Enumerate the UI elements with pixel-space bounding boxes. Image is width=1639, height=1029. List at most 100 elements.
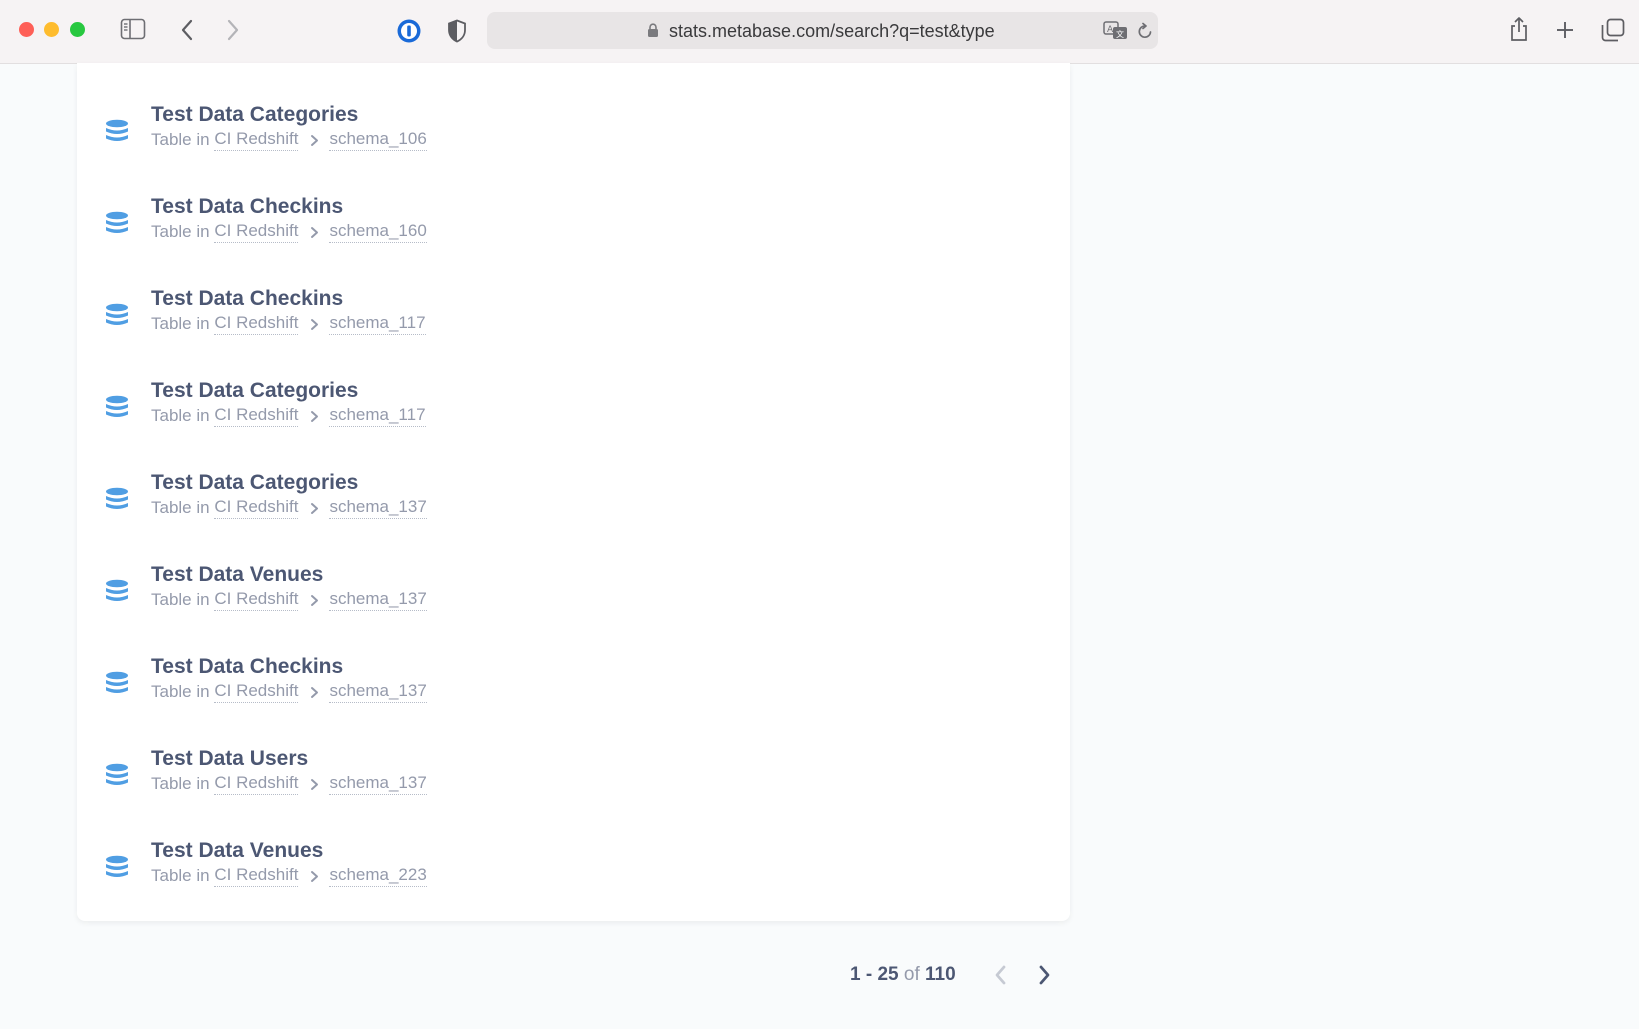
chevron-right-icon — [310, 686, 319, 699]
minimize-window-button[interactable] — [44, 22, 59, 37]
result-title[interactable]: Test Data Categories — [151, 103, 358, 127]
result-meta: Table in CI Redshift schema_223 — [151, 865, 427, 887]
chevron-right-icon — [310, 226, 319, 239]
chevron-right-icon — [310, 870, 319, 883]
search-result-item[interactable]: Test Data Categories Table in CI Redshif… — [77, 375, 1070, 445]
pagination-summary: 1 - 25 of 110 — [850, 964, 956, 986]
result-title[interactable]: Test Data Venues — [151, 839, 323, 863]
svg-text:A: A — [1107, 25, 1114, 35]
result-type-prefix: Table in — [151, 590, 210, 609]
schema-link[interactable]: schema_137 — [329, 773, 427, 795]
result-type-prefix: Table in — [151, 682, 210, 701]
database-icon — [105, 579, 129, 610]
result-type-prefix: Table in — [151, 406, 210, 425]
result-meta: Table in CI Redshift schema_137 — [151, 497, 427, 519]
pagination-total: 110 — [925, 964, 956, 985]
result-type-prefix: Table in — [151, 130, 210, 149]
database-icon — [105, 487, 129, 518]
database-link[interactable]: CI Redshift — [214, 221, 299, 243]
result-meta: Table in CI Redshift schema_137 — [151, 589, 427, 611]
database-icon — [105, 119, 129, 150]
search-result-item[interactable]: Test Data Checkins Table in CI Redshift … — [77, 191, 1070, 261]
previous-page-button[interactable] — [987, 962, 1013, 992]
schema-link[interactable]: schema_137 — [329, 589, 427, 611]
schema-link[interactable]: schema_106 — [329, 129, 427, 151]
pagination-range: 1 - 25 — [850, 964, 899, 985]
chevron-left-icon — [993, 964, 1007, 991]
lock-icon — [647, 23, 659, 43]
schema-link[interactable]: schema_117 — [329, 313, 426, 335]
result-meta: Table in CI Redshift schema_106 — [151, 129, 427, 151]
result-title[interactable]: Test Data Categories — [151, 379, 358, 403]
schema-link[interactable]: schema_137 — [329, 681, 427, 703]
chevron-right-icon — [310, 318, 319, 331]
search-results-card: Test Data Categories Table in CI Redshif… — [77, 63, 1070, 921]
search-result-item[interactable]: Test Data Users Table in CI Redshift sch… — [77, 743, 1070, 813]
tab-overview-icon[interactable] — [1600, 17, 1626, 43]
result-type-prefix: Table in — [151, 498, 210, 517]
database-icon — [105, 671, 129, 702]
forward-icon[interactable] — [222, 18, 244, 42]
result-meta: Table in CI Redshift schema_160 — [151, 221, 427, 243]
schema-link[interactable]: schema_160 — [329, 221, 427, 243]
search-result-item[interactable]: Test Data Checkins Table in CI Redshift … — [77, 283, 1070, 353]
chevron-right-icon — [310, 778, 319, 791]
database-link[interactable]: CI Redshift — [214, 589, 299, 611]
database-icon — [105, 395, 129, 426]
database-link[interactable]: CI Redshift — [214, 129, 299, 151]
search-result-item[interactable]: Test Data Categories Table in CI Redshif… — [77, 467, 1070, 537]
schema-link[interactable]: schema_117 — [329, 405, 426, 427]
password-manager-icon[interactable] — [396, 18, 422, 44]
database-icon — [105, 855, 129, 886]
result-type-prefix: Table in — [151, 314, 210, 333]
database-link[interactable]: CI Redshift — [214, 681, 299, 703]
result-type-prefix: Table in — [151, 774, 210, 793]
search-result-item[interactable]: Test Data Venues Table in CI Redshift sc… — [77, 559, 1070, 629]
privacy-shield-icon[interactable] — [446, 18, 468, 44]
result-meta: Table in CI Redshift schema_117 — [151, 405, 426, 427]
search-result-item[interactable]: Test Data Venues Table in CI Redshift sc… — [77, 835, 1070, 905]
result-type-prefix: Table in — [151, 866, 210, 885]
result-meta: Table in CI Redshift schema_137 — [151, 773, 427, 795]
chevron-right-icon — [310, 594, 319, 607]
close-window-button[interactable] — [19, 22, 34, 37]
chevron-right-icon — [310, 410, 319, 423]
database-icon — [105, 211, 129, 242]
browser-toolbar: stats.metabase.com/search?q=test&type A文 — [0, 0, 1639, 64]
maximize-window-button[interactable] — [70, 22, 85, 37]
database-icon — [105, 763, 129, 794]
pagination-of: of — [903, 964, 920, 985]
result-title[interactable]: Test Data Venues — [151, 563, 323, 587]
database-link[interactable]: CI Redshift — [214, 497, 299, 519]
schema-link[interactable]: schema_137 — [329, 497, 427, 519]
new-tab-icon[interactable] — [1553, 18, 1577, 42]
database-link[interactable]: CI Redshift — [214, 773, 299, 795]
translate-icon[interactable]: A文 — [1103, 20, 1129, 42]
search-result-item[interactable]: Test Data Checkins Table in CI Redshift … — [77, 651, 1070, 721]
next-page-button[interactable] — [1032, 962, 1058, 992]
chevron-right-icon — [310, 502, 319, 515]
address-bar[interactable]: stats.metabase.com/search?q=test&type A文 — [487, 12, 1158, 49]
chevron-right-icon — [1038, 964, 1052, 991]
back-icon[interactable] — [176, 18, 198, 42]
result-meta: Table in CI Redshift schema_117 — [151, 313, 426, 335]
search-result-item[interactable]: Test Data Categories Table in CI Redshif… — [77, 99, 1070, 169]
result-title[interactable]: Test Data Users — [151, 747, 308, 771]
result-title[interactable]: Test Data Checkins — [151, 287, 343, 311]
result-title[interactable]: Test Data Checkins — [151, 655, 343, 679]
database-icon — [105, 303, 129, 334]
sidebar-toggle-icon[interactable] — [120, 17, 146, 41]
share-icon[interactable] — [1507, 15, 1531, 43]
chevron-right-icon — [310, 134, 319, 147]
database-link[interactable]: CI Redshift — [214, 313, 299, 335]
database-link[interactable]: CI Redshift — [214, 405, 299, 427]
database-link[interactable]: CI Redshift — [214, 865, 299, 887]
url-text: stats.metabase.com/search?q=test&type — [669, 21, 995, 41]
schema-link[interactable]: schema_223 — [329, 865, 427, 887]
result-title[interactable]: Test Data Categories — [151, 471, 358, 495]
result-type-prefix: Table in — [151, 222, 210, 241]
result-meta: Table in CI Redshift schema_137 — [151, 681, 427, 703]
svg-text:文: 文 — [1116, 29, 1124, 39]
result-title[interactable]: Test Data Checkins — [151, 195, 343, 219]
reload-icon[interactable] — [1136, 21, 1154, 41]
